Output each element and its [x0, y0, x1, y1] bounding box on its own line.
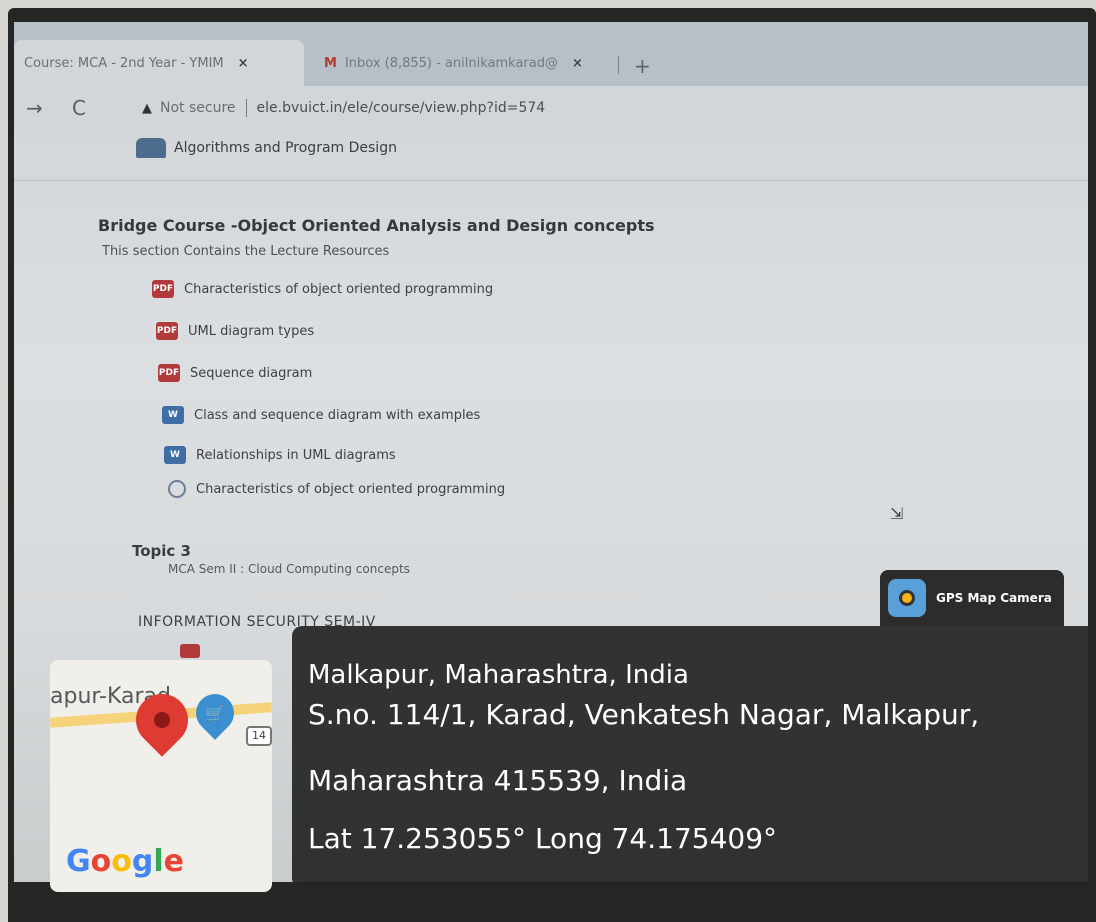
pdf-icon: PDF: [152, 280, 174, 298]
location-coordinates: Lat 17.253055° Long 74.175409°: [308, 822, 778, 855]
gmail-icon: M: [324, 55, 337, 71]
location-city: Malkapur, Maharashtra, India: [308, 660, 689, 690]
quiz-icon: [168, 480, 186, 498]
pdf-icon: PDF: [156, 322, 178, 340]
folder-icon: [136, 138, 166, 158]
tab-course-label: Course: MCA - 2nd Year - YMIM: [24, 55, 224, 71]
mouse-cursor-icon: ⇲: [890, 504, 904, 523]
not-secure-label[interactable]: Not secure: [160, 100, 236, 116]
shopping-cart-icon: 🛒: [188, 686, 242, 740]
url-field[interactable]: ele.bvuict.in/ele/course/view.php?id=574: [257, 100, 546, 116]
map-thumbnail: apur-Karad 🛒 14 Google: [50, 660, 272, 892]
tab-close-icon[interactable]: ×: [572, 56, 583, 71]
resource-label: Class and sequence diagram with examples: [194, 407, 481, 423]
section-subtitle: This section Contains the Lecture Resour…: [102, 244, 390, 259]
section-divider: [14, 180, 1088, 181]
resource-link[interactable]: Characteristics of object oriented progr…: [168, 480, 505, 498]
url-divider: [245, 99, 247, 117]
tab-close-icon[interactable]: ×: [238, 56, 249, 71]
location-address-line1: S.no. 114/1, Karad, Venkatesh Nagar, Mal…: [308, 698, 980, 731]
tab-strip: Course: MCA - 2nd Year - YMIM × M Inbox …: [14, 22, 1088, 86]
location-address-line2: Maharashtra 415539, India: [308, 764, 688, 797]
resource-label: Relationships in UML diagrams: [196, 447, 396, 463]
forward-arrow-icon[interactable]: →: [26, 96, 60, 120]
pdf-icon: PDF: [158, 364, 180, 382]
location-overlay: Malkapur, Maharashtra, India S.no. 114/1…: [292, 626, 1088, 888]
resource-link[interactable]: W Class and sequence diagram with exampl…: [162, 406, 480, 424]
resource-link[interactable]: PDF Sequence diagram: [158, 364, 312, 382]
resource-link[interactable]: W Relationships in UML diagrams: [164, 446, 396, 464]
tab-course[interactable]: Course: MCA - 2nd Year - YMIM ×: [14, 40, 304, 86]
gps-camera-icon: [888, 579, 926, 617]
word-icon: W: [164, 446, 186, 464]
route-shield: 14: [246, 726, 272, 746]
pdf-icon[interactable]: [180, 644, 200, 658]
resource-link[interactable]: PDF UML diagram types: [156, 322, 314, 340]
tab-separator: [618, 56, 619, 74]
address-bar: → C ▲ Not secure ele.bvuict.in/ele/cours…: [14, 86, 1088, 130]
section-title: Bridge Course -Object Oriented Analysis …: [98, 216, 655, 235]
word-icon: W: [162, 406, 184, 424]
course-link-label: Algorithms and Program Design: [174, 140, 397, 156]
tab-inbox-label: Inbox (8,855) - anilnikamkarad@: [344, 55, 558, 71]
resource-label: Characteristics of object oriented progr…: [184, 281, 494, 297]
reload-icon[interactable]: C: [72, 96, 106, 120]
resource-label: Sequence diagram: [190, 365, 313, 381]
new-tab-button[interactable]: +: [634, 54, 651, 78]
topic-title: Topic 3: [132, 542, 191, 560]
resource-label: Characteristics of object oriented progr…: [196, 481, 506, 497]
google-logo: Google: [66, 844, 185, 879]
resource-link[interactable]: PDF Characteristics of object oriented p…: [152, 280, 493, 298]
resource-label: UML diagram types: [188, 323, 315, 339]
gps-app-badge: GPS Map Camera: [880, 570, 1064, 626]
topic-subtitle[interactable]: MCA Sem II : Cloud Computing concepts: [168, 562, 410, 576]
gps-app-name: GPS Map Camera: [936, 591, 1052, 605]
course-link-algorithms[interactable]: Algorithms and Program Design: [136, 138, 397, 158]
tab-inbox[interactable]: M Inbox (8,855) - anilnikamkarad@ ×: [314, 40, 614, 86]
warning-icon: ▲: [142, 100, 152, 116]
